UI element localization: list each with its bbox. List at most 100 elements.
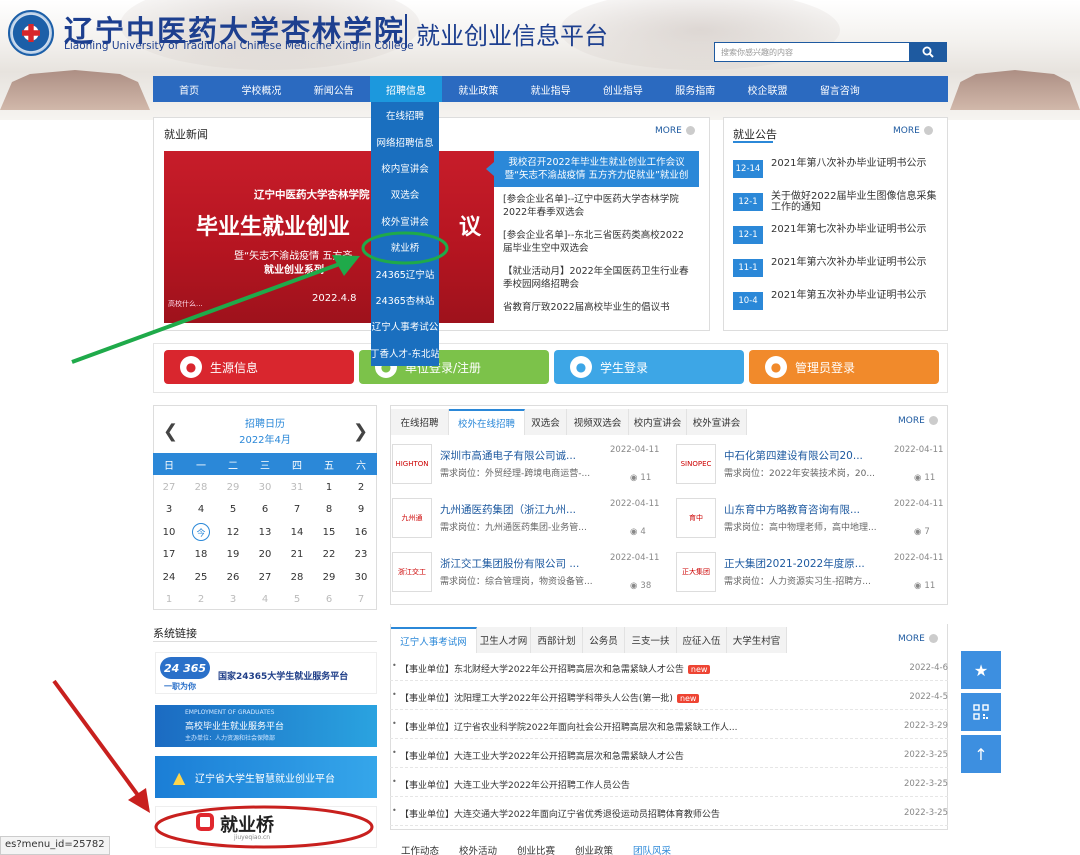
job-card[interactable]: 浙江交工 浙江交工集团股份有限公司 ... 需求岗位：综合管理岗，物资设备管... 2… [392,548,662,598]
announcement-item[interactable]: 12-1 关于做好2022届毕业生图像信息采集工作的通知 [733,191,939,224]
link-graduate-platform[interactable]: EMPLOYMENT OF GRADUATES 高校毕业生就业服务平台 主办单位… [155,705,377,747]
jobs-tab[interactable]: 校外宣讲会 [687,409,747,435]
notice-text[interactable]: 【事业单位】大连交通大学2022年面向辽宁省优秀退役运动员招聘体育教师公告 [400,807,720,820]
notice-text[interactable]: 【事业单位】辽宁省农业科学院2022年面向社会公开招聘高层次和急需紧缺工作人..… [400,720,738,733]
notice-tab[interactable]: 公务员 [583,627,625,653]
notice-row[interactable]: • 【事业单位】大连工业大学2022年公开招聘工作人员公告 2022-3-25 [390,773,948,797]
calendar-day[interactable]: 26 [217,566,249,589]
calendar-day[interactable]: 5 [217,499,249,522]
login-button-0[interactable]: ● 生源信息 [164,350,354,384]
link-liaoning-platform[interactable]: ▲ 辽宁省大学生智慧就业创业平台 [155,756,377,798]
calendar-day[interactable]: 24 [153,566,185,589]
news-item[interactable]: [参会企业名单]--东北三省医药类高校2022届毕业生空中双选会 [503,229,693,265]
dropdown-item[interactable]: 校内宣讲会 [371,155,439,181]
dropdown-item[interactable]: 双选会 [371,181,439,207]
calendar-day[interactable]: 3 [217,589,249,612]
job-card[interactable]: 九州通 九州通医药集团（浙江九州... 需求岗位：九州通医药集团-业务管... 202… [392,494,662,544]
notice-row[interactable]: • 【事业单位】大连工业大学2022年公开招聘高层次和急需紧缺人才公告 2022-3… [390,744,948,768]
favorite-button[interactable]: ★ [961,651,1001,689]
notice-text[interactable]: 【事业单位】大连工业大学2022年公开招聘高层次和急需紧缺人才公告 [400,749,684,762]
bottom-tab[interactable]: 团队风采 [623,843,681,855]
calendar-day[interactable]: 29 [313,566,345,589]
calendar-day[interactable]: 22 [313,544,345,567]
calendar-day[interactable]: 13 [249,521,281,544]
calendar-day[interactable]: 27 [249,566,281,589]
announcement-item[interactable]: 10-4 2021年第五次补办毕业证明书公示 [733,290,939,323]
login-button-3[interactable]: ● 管理员登录 [749,350,939,384]
notice-row[interactable]: • 【事业单位】大连交通大学2022年面向辽宁省优秀退役运动员招聘体育教师公告 20… [390,802,948,826]
calendar-day[interactable]: 5 [281,589,313,612]
calendar-day[interactable]: 12 [217,521,249,544]
prev-month-icon[interactable]: ❮ [163,421,178,442]
notice-tab[interactable]: 三支一扶 [625,627,677,653]
nav-item[interactable]: 服务指南 [659,76,731,102]
nav-item[interactable]: 校企联盟 [731,76,803,102]
link-24365[interactable]: 24 365 一职为你 国家24365大学生就业服务平台 [155,652,377,694]
job-title[interactable]: 深圳市高通电子有限公司诚... [440,448,576,463]
nav-item[interactable]: 首页 [153,76,225,102]
calendar-day[interactable]: 15 [313,521,345,544]
nav-item[interactable]: 创业指导 [587,76,659,102]
notice-tab[interactable]: 大学生村官 [727,627,787,653]
notice-text[interactable]: 【事业单位】沈阳理工大学2022年公开招聘学科带头人公告(第一批) new [400,691,700,704]
calendar-day[interactable]: 1 [153,589,185,612]
notice-tab[interactable]: 辽宁人事考试网 [391,627,477,653]
calendar-day[interactable]: 1 [313,476,345,499]
news-highlight[interactable]: 我校召开2022年毕业生就业创业工作会议 暨“矢志不渝战疫情 五方齐力促就业”就… [494,151,699,187]
next-month-icon[interactable]: ❯ [353,421,368,442]
calendar-day[interactable]: 28 [281,566,313,589]
job-title[interactable]: 九州通医药集团（浙江九州... [440,502,576,517]
calendar-day[interactable]: 30 [345,566,377,589]
calendar-day[interactable]: 19 [217,544,249,567]
nav-item[interactable]: 招聘信息 [369,76,443,102]
job-card[interactable]: 正大集团 正大集团2021-2022年度原... 需求岗位：人力资源实习生-招聘方.… [676,548,946,598]
calendar-day[interactable]: 6 [249,499,281,522]
dropdown-item[interactable]: 丁香人才-东北站 [371,340,439,366]
calendar-day[interactable]: 7 [345,589,377,612]
calendar-day[interactable]: 4 [185,499,217,522]
news-more-link[interactable]: MORE [655,126,695,136]
notices-more-link[interactable]: MORE [898,634,938,644]
nav-item[interactable]: 学校概况 [225,76,297,102]
calendar-day[interactable]: 29 [217,476,249,499]
notice-text[interactable]: 【事业单位】东北财经大学2022年公开招聘高层次和急需紧缺人才公告 new [400,662,711,675]
calendar-day[interactable]: 3 [153,499,185,522]
dropdown-item[interactable]: 24365辽宁站 [371,260,439,286]
notice-row[interactable]: • 【事业单位】辽宁省农业科学院2022年面向社会公开招聘高层次和急需紧缺工作人.… [390,715,948,739]
notice-tab[interactable]: 卫生人才网 [477,627,531,653]
notice-tab[interactable]: 应征入伍 [677,627,727,653]
qrcode-button[interactable] [961,693,1001,731]
nav-item[interactable]: 就业政策 [442,76,514,102]
jobs-tab[interactable]: 校外在线招聘 [449,409,525,435]
notice-row[interactable]: • 【事业单位】沈阳理工大学2022年公开招聘学科带头人公告(第一批) new 202… [390,686,948,710]
news-banner[interactable]: 辽宁中医药大学杏林学院 毕业生就业创业 议 暨“矢志不渝战疫情 五方齐 就业创业… [164,151,494,323]
bottom-tab[interactable]: 创业政策 [565,843,623,855]
dropdown-item[interactable]: 24365杏林站 [371,287,439,313]
calendar-today[interactable]: 今 [185,521,217,544]
job-title[interactable]: 山东育中方略教育咨询有限... [724,502,860,517]
calendar-day[interactable]: 8 [313,499,345,522]
search-input[interactable]: 搜索你感兴趣的内容 [714,42,910,62]
nav-item[interactable]: 留言咨询 [804,76,876,102]
search-button[interactable] [909,42,947,62]
bottom-tab[interactable]: 工作动态 [391,843,449,855]
dropdown-item[interactable]: 在线招聘 [371,102,439,128]
calendar-day[interactable]: 16 [345,521,377,544]
calendar-day[interactable]: 2 [185,589,217,612]
jobs-more-link[interactable]: MORE [898,416,938,426]
calendar-day[interactable]: 17 [153,544,185,567]
calendar-day[interactable]: 23 [345,544,377,567]
job-title[interactable]: 正大集团2021-2022年度原... [724,556,865,571]
calendar-day[interactable]: 10 [153,521,185,544]
job-title[interactable]: 中石化第四建设有限公司20... [724,448,863,463]
calendar-day[interactable]: 6 [313,589,345,612]
nav-item[interactable]: 就业指导 [514,76,586,102]
calendar-day[interactable]: 14 [281,521,313,544]
jobs-tab[interactable]: 双选会 [525,409,567,435]
back-to-top-button[interactable]: ↑ [961,735,1001,773]
calendar-day[interactable]: 7 [281,499,313,522]
calendar-day[interactable]: 27 [153,476,185,499]
calendar-day[interactable]: 30 [249,476,281,499]
announcement-more-link[interactable]: MORE [893,126,933,136]
calendar-day[interactable]: 28 [185,476,217,499]
